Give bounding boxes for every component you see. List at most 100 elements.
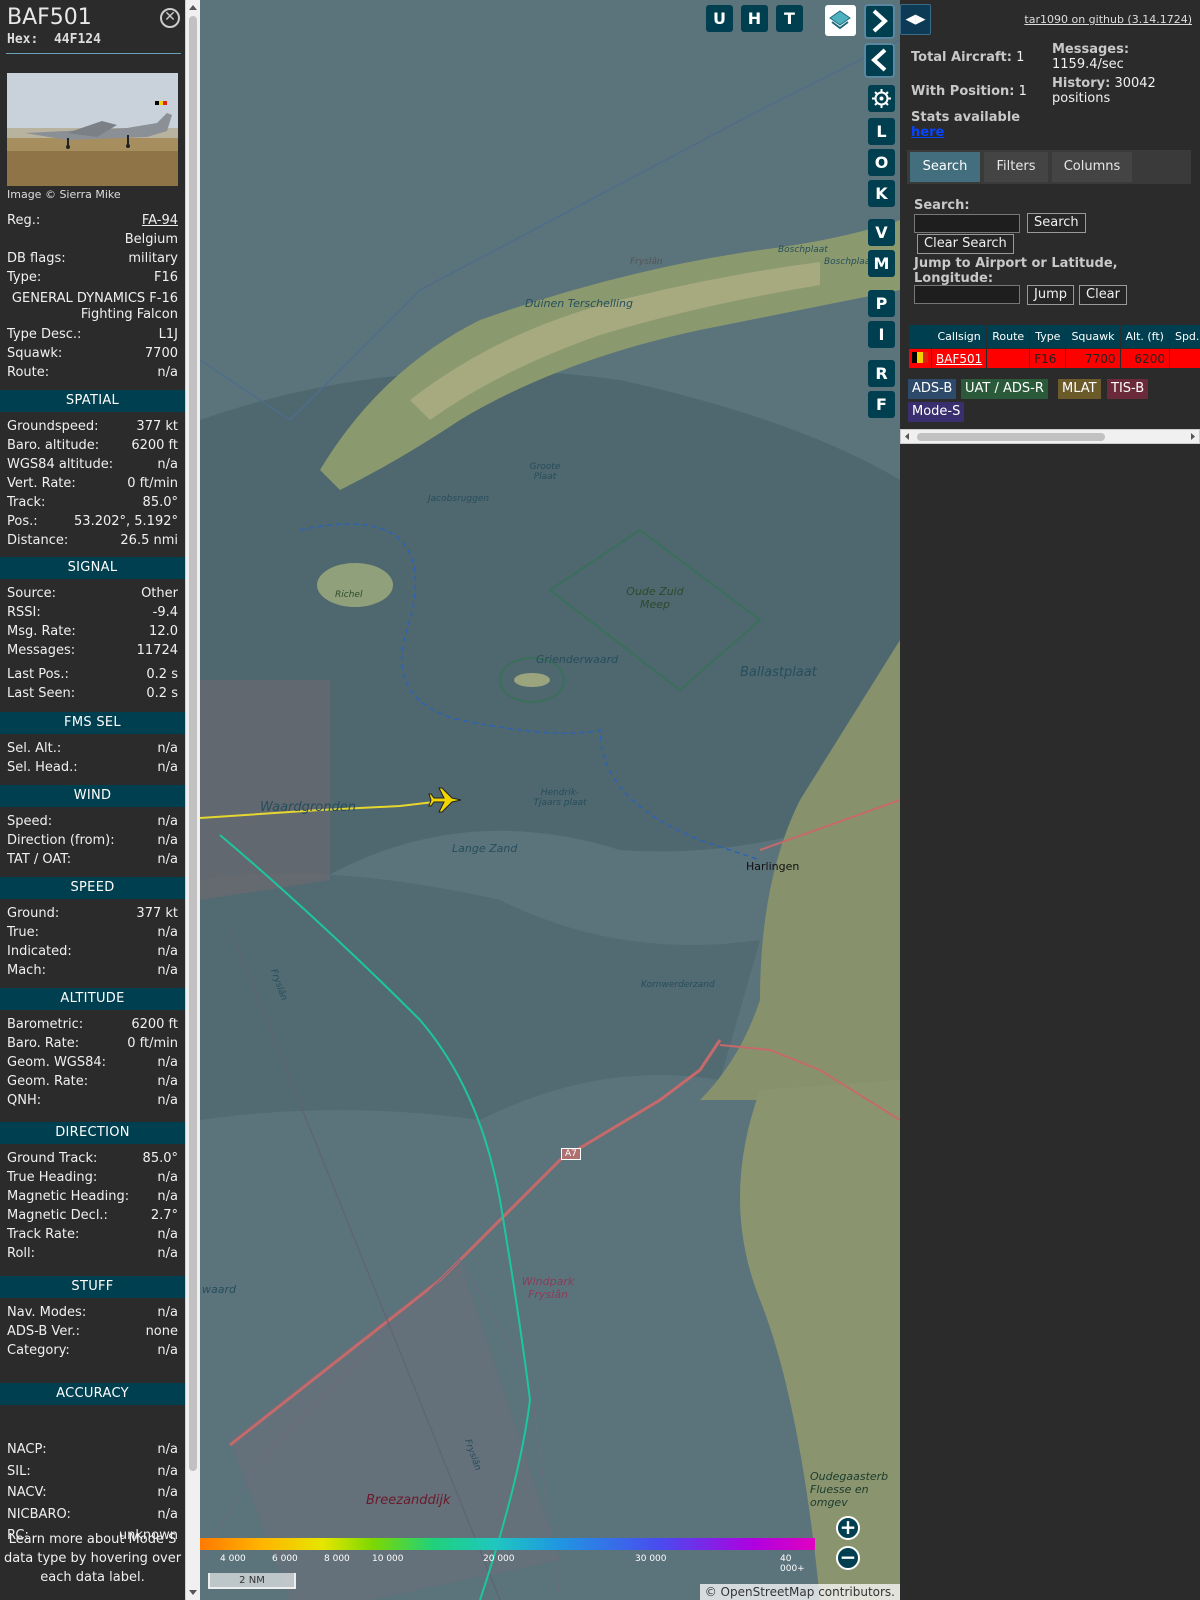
direction-label[interactable]: Magnetic Decl.: [7, 1208, 108, 1223]
fms-label[interactable]: Sel. Head.: [7, 760, 78, 775]
map-view[interactable]: Duinen Terschelling Boschplaat Boschplaa… [200, 0, 900, 1600]
speed-label[interactable]: Mach: [7, 963, 46, 978]
button-u[interactable]: U [706, 5, 733, 32]
accuracy-label[interactable]: NICBARO: [7, 1507, 71, 1522]
speed-label[interactable]: True: [7, 925, 39, 940]
wind-row: TAT / OAT: n/a [7, 852, 178, 871]
col-squawk[interactable]: Squawk [1065, 324, 1121, 349]
tab-bar: Search Filters Columns [907, 150, 1191, 184]
col-speed[interactable]: Spd. [1168, 324, 1200, 349]
signal-label[interactable]: Last Seen: [7, 686, 75, 701]
altitude-label[interactable]: Geom. WGS84: [7, 1055, 106, 1070]
osm-link[interactable]: OpenStreetMap [721, 1585, 815, 1599]
aircraft-photo[interactable] [7, 73, 178, 186]
button-m[interactable]: M [868, 250, 895, 277]
alt-tick-4000: 4 000 [220, 1554, 246, 1564]
wind-label[interactable]: Direction (from): [7, 833, 115, 848]
stats-link[interactable]: here [911, 125, 944, 140]
button-r[interactable]: R [868, 360, 895, 387]
altitude-label[interactable]: Baro. Rate: [7, 1036, 79, 1051]
col-callsign[interactable]: Callsign [930, 324, 988, 349]
aircraft-icon[interactable] [428, 785, 462, 815]
signal-label[interactable]: Last Pos.: [7, 667, 69, 682]
accuracy-label[interactable]: SIL: [7, 1464, 31, 1479]
button-h[interactable]: H [741, 5, 768, 32]
tab-search[interactable]: Search [910, 152, 980, 182]
github-link[interactable]: tar1090 on github (3.14.1724) [1024, 13, 1192, 26]
wind-label[interactable]: Speed: [7, 814, 52, 829]
stuff-label[interactable]: Nav. Modes: [7, 1305, 86, 1320]
direction-label[interactable]: Roll: [7, 1246, 35, 1261]
col-altitude[interactable]: Alt. (ft) [1119, 324, 1170, 349]
scrollbar-thumb[interactable] [189, 16, 197, 1471]
spatial-label[interactable]: Pos.: [7, 514, 38, 529]
tab-columns[interactable]: Columns [1052, 152, 1132, 182]
zoom-in-button[interactable]: + [836, 1516, 860, 1540]
clear-jump-button[interactable]: Clear [1079, 285, 1127, 305]
direction-label[interactable]: Ground Track: [7, 1151, 97, 1166]
speed-label[interactable]: Ground: [7, 906, 59, 921]
altitude-label[interactable]: Barometric: [7, 1017, 83, 1032]
zoom-out-button[interactable]: − [836, 1546, 860, 1570]
spatial-label[interactable]: WGS84 altitude: [7, 457, 113, 472]
col-route[interactable]: Route [986, 324, 1031, 349]
tab-filters[interactable]: Filters [984, 152, 1048, 182]
expand-sidebar-button[interactable] [864, 4, 895, 39]
spatial-label[interactable]: Vert. Rate: [7, 476, 76, 491]
stuff-label[interactable]: ADS-B Ver.: [7, 1324, 80, 1339]
layers-button[interactable] [825, 5, 856, 36]
button-f[interactable]: F [868, 391, 895, 418]
row-callsign[interactable]: BAF501 [930, 348, 988, 369]
signal-label[interactable]: Msg. Rate: [7, 624, 76, 639]
spatial-label[interactable]: Baro. altitude: [7, 438, 99, 453]
scroll-up-icon[interactable] [189, 5, 197, 10]
button-o[interactable]: O [868, 149, 895, 176]
label-hendrik: Hendrik-Tjaars plaat [533, 788, 587, 808]
table-hscrollbar[interactable] [900, 429, 1200, 444]
spatial-label[interactable]: Groundspeed: [7, 419, 98, 434]
accuracy-label[interactable]: NACP: [7, 1442, 47, 1457]
direction-label[interactable]: Magnetic Heading: [7, 1189, 129, 1204]
search-input[interactable] [914, 214, 1020, 233]
clear-search-button[interactable]: Clear Search [917, 234, 1014, 254]
hscroll-thumb[interactable] [917, 433, 1105, 441]
accuracy-label[interactable]: NACV: [7, 1485, 47, 1500]
signal-label[interactable]: Source: [7, 586, 56, 601]
scroll-left-icon[interactable] [903, 432, 911, 441]
collapse-sidebar-button[interactable] [864, 43, 895, 78]
wind-label[interactable]: TAT / OAT: [7, 852, 71, 867]
direction-label[interactable]: Track Rate: [7, 1227, 79, 1242]
altitude-label[interactable]: Geom. Rate: [7, 1074, 88, 1089]
stuff-label[interactable]: Category: [7, 1343, 70, 1358]
spatial-label[interactable]: Distance: [7, 533, 68, 548]
button-t[interactable]: T [776, 5, 803, 32]
button-i[interactable]: I [868, 321, 895, 348]
table-row[interactable]: BAF501 F16 7700 6200 [908, 348, 1200, 369]
button-k[interactable]: K [868, 180, 895, 207]
settings-button[interactable] [868, 85, 895, 112]
spatial-label[interactable]: Track: [7, 495, 45, 510]
signal-label[interactable]: Messages: [7, 643, 75, 658]
toggle-sidebar-button[interactable]: ◀▶ [900, 4, 931, 35]
alt-tick-20000: 20 000 [483, 1554, 515, 1564]
reg-link[interactable]: FA-94 [142, 213, 178, 228]
jump-input[interactable] [914, 285, 1020, 304]
col-flag[interactable] [908, 324, 932, 349]
info-panel-scrollbar[interactable] [185, 0, 200, 1600]
accuracy-row: NACV: n/a [7, 1485, 178, 1504]
fms-label[interactable]: Sel. Alt.: [7, 741, 61, 756]
label-boschplaat: Boschplaat [778, 245, 828, 255]
direction-label[interactable]: True Heading: [7, 1170, 97, 1185]
button-l[interactable]: L [868, 118, 895, 145]
altitude-label[interactable]: QNH: [7, 1093, 41, 1108]
close-icon[interactable]: ✕ [160, 8, 180, 28]
button-p[interactable]: P [868, 290, 895, 317]
signal-label[interactable]: RSSI: [7, 605, 41, 620]
jump-button[interactable]: Jump [1027, 285, 1074, 305]
scroll-right-icon[interactable] [1189, 432, 1197, 441]
speed-label[interactable]: Indicated: [7, 944, 72, 959]
button-v[interactable]: V [868, 219, 895, 246]
scroll-down-icon[interactable] [189, 1590, 197, 1595]
col-type[interactable]: Type [1029, 324, 1067, 349]
search-button[interactable]: Search [1027, 213, 1086, 233]
